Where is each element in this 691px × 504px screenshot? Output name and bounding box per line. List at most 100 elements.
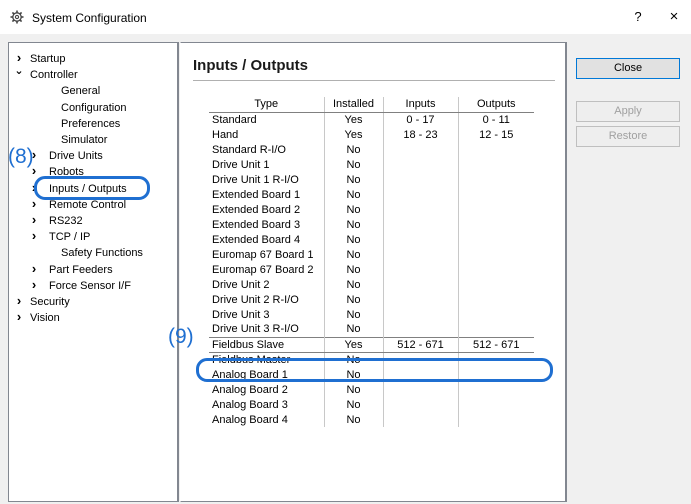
cell-type: Drive Unit 1 — [209, 157, 325, 172]
annotation-label-8: (8) — [8, 145, 34, 168]
cell-type: Hand — [209, 127, 325, 142]
tree-item-tcp-ip[interactable]: › TCP / IP — [9, 228, 177, 245]
window-close-button[interactable]: × — [664, 7, 684, 27]
cell-inputs — [383, 397, 459, 412]
tree-item-simulator[interactable]: Simulator — [9, 132, 177, 148]
tree-item-startup[interactable]: › Startup — [9, 50, 177, 67]
cell-outputs: 0 - 11 — [482, 113, 510, 126]
table-row[interactable]: Standard Yes 0 - 17 0 - 11 — [209, 112, 534, 127]
cell-outputs — [458, 262, 534, 277]
table-row[interactable]: Drive Unit 2 No — [209, 277, 534, 292]
tree-item-label: Security — [30, 296, 70, 308]
tree-item-rs232[interactable]: › RS232 — [9, 212, 177, 229]
table-row[interactable]: Drive Unit 1 No — [209, 157, 534, 172]
restore-button[interactable]: Restore — [576, 126, 680, 147]
table-row[interactable]: Analog Board 4 No — [209, 412, 534, 427]
tree-item-configuration[interactable]: Configuration — [9, 100, 177, 116]
cell-outputs — [458, 307, 534, 322]
tree-item-vision[interactable]: › Vision — [9, 309, 177, 326]
tree-item-label: Simulator — [61, 134, 108, 146]
cell-installed: No — [324, 277, 384, 292]
cell-inputs — [383, 217, 459, 232]
table-row[interactable]: Extended Board 3 No — [209, 217, 534, 232]
table-row[interactable]: Drive Unit 2 R-I/O No — [209, 292, 534, 307]
annotation-ring-inputs-outputs — [34, 176, 150, 200]
cell-installed: No — [324, 232, 384, 247]
table-row[interactable]: Extended Board 4 No — [209, 232, 534, 247]
table-row[interactable]: Extended Board 1 No — [209, 187, 534, 202]
chevron-right-icon[interactable]: › — [29, 261, 39, 277]
cell-outputs — [458, 397, 534, 412]
title-bar: System Configuration ? × — [0, 0, 691, 34]
table-row[interactable]: Euromap 67 Board 2 No — [209, 262, 534, 277]
col-header-outputs: Outputs — [458, 97, 534, 113]
apply-button[interactable]: Apply — [576, 101, 680, 122]
chevron-right-icon[interactable]: › — [29, 277, 39, 293]
cell-installed: No — [324, 382, 384, 397]
tree-item-part-feeders[interactable]: › Part Feeders — [9, 261, 177, 278]
window-title: System Configuration — [32, 11, 147, 25]
tree-item-label: Force Sensor I/F — [49, 279, 131, 292]
chevron-down-icon[interactable]: ⌄ — [14, 63, 24, 79]
tree-item-drive-units[interactable]: › Drive Units — [9, 147, 177, 164]
cell-installed: No — [324, 322, 384, 337]
tree-item-controller[interactable]: ⌄ Controller — [9, 65, 177, 83]
table-row[interactable]: Drive Unit 3 R-I/O No — [209, 322, 534, 337]
cell-outputs — [458, 217, 534, 232]
cell-type: Standard R-I/O — [209, 142, 325, 157]
annotation-ring-fieldbus-slave — [196, 358, 553, 382]
cell-type: Extended Board 4 — [209, 232, 325, 247]
table-row[interactable]: Drive Unit 1 R-I/O No — [209, 172, 534, 187]
panel-splitter-right — [566, 42, 569, 502]
cell-type: Drive Unit 2 — [209, 277, 325, 292]
table-row[interactable]: Analog Board 3 No — [209, 397, 534, 412]
tree-item-force-sensor-i-f[interactable]: › Force Sensor I/F — [9, 277, 177, 294]
table-row[interactable]: Standard R-I/O No — [209, 142, 534, 157]
cell-installed: Yes — [324, 112, 384, 127]
table-row[interactable]: Analog Board 2 No — [209, 382, 534, 397]
cell-outputs: 12 - 15 — [479, 128, 514, 141]
cell-type: Fieldbus Slave — [209, 336, 325, 353]
tree-item-preferences[interactable]: Preferences — [9, 116, 177, 132]
cell-outputs — [458, 247, 534, 262]
help-button[interactable]: ? — [628, 7, 648, 27]
table-row[interactable]: Fieldbus Slave Yes 512 - 671 512 - 671 — [209, 336, 534, 353]
table-row[interactable]: Drive Unit 3 No — [209, 307, 534, 322]
cell-inputs — [383, 382, 459, 397]
cell-inputs — [383, 412, 459, 427]
chevron-right-icon[interactable]: › — [29, 228, 39, 244]
tree-item-security[interactable]: › Security — [9, 293, 177, 310]
cell-installed: No — [324, 217, 384, 232]
table-row[interactable]: Euromap 67 Board 1 No — [209, 247, 534, 262]
cell-inputs: 0 - 17 — [383, 112, 459, 127]
cell-inputs: 18 - 23 — [383, 127, 459, 142]
table-row[interactable]: Hand Yes 18 - 23 12 - 15 — [209, 127, 534, 142]
cell-installed: No — [324, 262, 384, 277]
cell-type: Drive Unit 2 R-I/O — [209, 292, 325, 307]
cell-type: Euromap 67 Board 2 — [209, 262, 325, 277]
table-row[interactable]: Extended Board 2 No — [209, 202, 534, 217]
cell-outputs — [458, 382, 534, 397]
tree-item-label: RS232 — [49, 215, 83, 227]
col-header-inputs: Inputs — [383, 97, 459, 113]
tree-item-general[interactable]: General — [9, 83, 177, 99]
cell-installed: Yes — [324, 127, 384, 142]
cell-inputs — [383, 172, 459, 187]
page-title: Inputs / Outputs — [193, 57, 308, 74]
cell-installed: No — [324, 412, 384, 427]
tree-item-label: Part Feeders — [49, 263, 113, 276]
cell-installed: No — [324, 187, 384, 202]
chevron-right-icon[interactable]: › — [29, 212, 39, 228]
chevron-right-icon[interactable]: › — [29, 196, 39, 212]
tree-item-safety-functions[interactable]: Safety Functions — [9, 245, 177, 261]
chevron-right-icon[interactable]: › — [14, 293, 24, 309]
cell-type: Analog Board 4 — [209, 412, 325, 427]
tree-item-label: Startup — [30, 53, 66, 65]
cell-type: Drive Unit 1 R-I/O — [209, 172, 325, 187]
annotation-label-9: (9) — [168, 325, 194, 348]
cell-installed: No — [324, 397, 384, 412]
tree-item-label: Drive Units — [49, 150, 103, 163]
close-button[interactable]: Close — [576, 58, 680, 79]
chevron-right-icon[interactable]: › — [14, 309, 24, 325]
cell-installed: No — [324, 142, 384, 157]
